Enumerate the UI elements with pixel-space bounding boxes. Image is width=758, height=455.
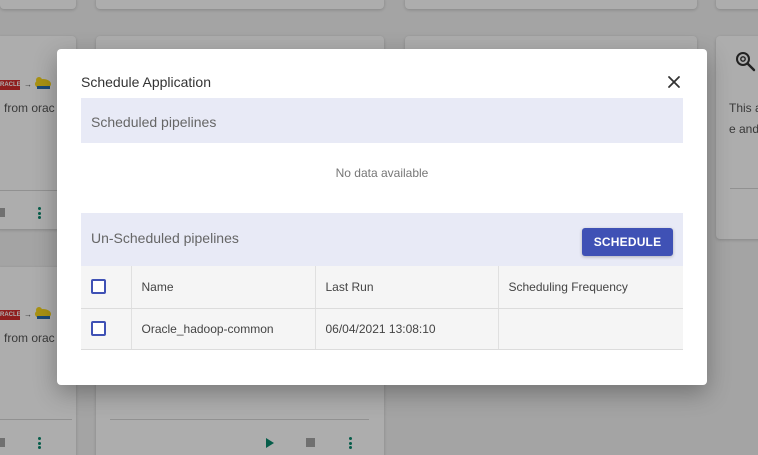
column-header-name[interactable]: Name bbox=[130, 266, 315, 309]
last-run-cell: 06/04/2021 13:08:10 bbox=[314, 308, 498, 350]
column-header-last-run[interactable]: Last Run bbox=[314, 266, 498, 309]
scheduling-frequency-cell[interactable] bbox=[497, 308, 683, 350]
scheduled-pipelines-title: Scheduled pipelines bbox=[91, 114, 217, 130]
dialog-title: Schedule Application bbox=[81, 74, 211, 90]
row-select-cell bbox=[81, 308, 131, 350]
close-button[interactable] bbox=[665, 73, 683, 91]
unscheduled-pipelines-title: Un-Scheduled pipelines bbox=[91, 230, 239, 246]
scheduled-empty-message: No data available bbox=[335, 166, 429, 180]
table-header-row: Name Last Run Scheduling Frequency bbox=[81, 266, 683, 309]
select-all-cell bbox=[81, 266, 131, 309]
column-header-scheduling-frequency[interactable]: Scheduling Frequency bbox=[497, 266, 683, 309]
row-checkbox[interactable] bbox=[91, 321, 106, 337]
close-icon bbox=[668, 76, 680, 88]
scheduled-pipelines-header: Scheduled pipelines bbox=[81, 98, 683, 143]
select-all-checkbox[interactable] bbox=[91, 279, 106, 295]
schedule-button[interactable]: SCHEDULE bbox=[582, 228, 673, 256]
pipeline-name-cell: Oracle_hadoop-common bbox=[130, 308, 315, 350]
unscheduled-pipelines-table: Name Last Run Scheduling Frequency Oracl… bbox=[81, 266, 683, 350]
table-row[interactable]: Oracle_hadoop-common 06/04/2021 13:08:10 bbox=[81, 308, 683, 350]
schedule-application-dialog: Schedule Application Scheduled pipelines… bbox=[57, 49, 707, 385]
